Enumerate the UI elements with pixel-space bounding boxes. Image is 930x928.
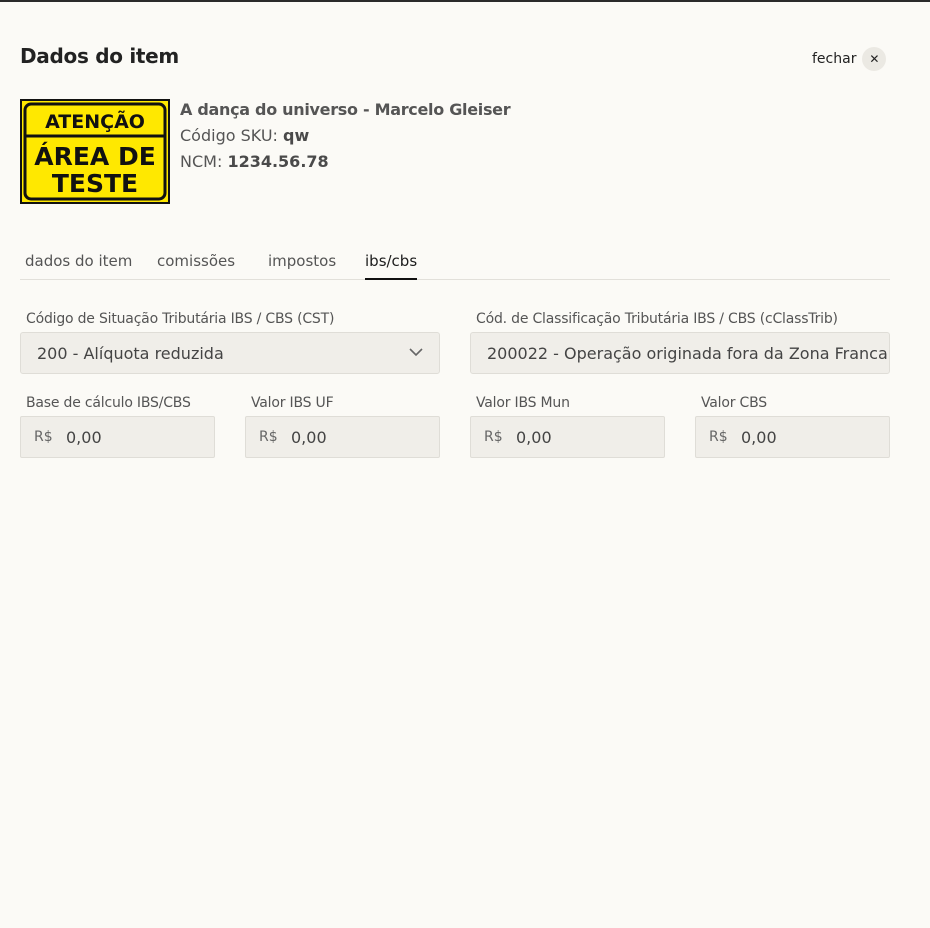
close-icon[interactable]: ✕ [862, 47, 887, 71]
close-label[interactable]: fechar [812, 51, 856, 67]
chevron-down-icon [409, 348, 423, 357]
currency-prefix: R$ [34, 429, 53, 445]
item-name: A dança do universo - Marcelo Gleiser [180, 100, 511, 119]
cst-select[interactable]: 200 - Alíquota reduzida [20, 332, 440, 374]
valor-cbs-label: Valor CBS [701, 395, 767, 411]
item-info: A dança do universo - Marcelo Gleiser Có… [180, 100, 511, 172]
thumb-line3: TESTE [52, 169, 138, 198]
sku-value: qw [283, 126, 310, 145]
valor-ibs-uf-label: Valor IBS UF [251, 395, 334, 411]
page-title: Dados do item [20, 44, 179, 68]
valor-ibs-uf-input[interactable]: R$ 0,00 [245, 416, 440, 458]
close-button[interactable]: fechar ✕ [812, 46, 887, 72]
valor-cbs-value: 0,00 [741, 427, 777, 447]
sku-label: Código SKU: [180, 126, 278, 145]
valor-ibs-mun-label: Valor IBS Mun [476, 395, 570, 411]
top-border [0, 0, 930, 2]
tab-impostos[interactable]: impostos [268, 252, 336, 280]
cst-value: 200 - Alíquota reduzida [37, 343, 224, 363]
currency-prefix: R$ [259, 429, 278, 445]
base-calculo-value: 0,00 [66, 427, 102, 447]
cclass-input[interactable]: 200022 - Operação originada fora da Zona… [470, 332, 890, 374]
tab-comissoes[interactable]: comissões [157, 252, 235, 280]
base-calculo-input[interactable]: R$ 0,00 [20, 416, 215, 458]
cclass-label: Cód. de Classificação Tributária IBS / C… [476, 311, 838, 327]
thumb-line2: ÁREA DE [34, 142, 156, 171]
tab-dados-do-item[interactable]: dados do item [25, 252, 132, 280]
base-calculo-label: Base de cálculo IBS/CBS [26, 395, 191, 411]
valor-cbs-input[interactable]: R$ 0,00 [695, 416, 890, 458]
valor-ibs-mun-value: 0,00 [516, 427, 552, 447]
currency-prefix: R$ [484, 429, 503, 445]
cclass-value: 200022 - Operação originada fora da Zona… [487, 343, 890, 363]
cst-label: Código de Situação Tributária IBS / CBS … [26, 311, 335, 327]
valor-ibs-mun-input[interactable]: R$ 0,00 [470, 416, 665, 458]
item-ncm: NCM: 1234.56.78 [180, 152, 510, 172]
tab-ibs-cbs[interactable]: ibs/cbs [365, 252, 418, 280]
item-sku: Código SKU: qw [180, 126, 510, 146]
ncm-value: 1234.56.78 [227, 152, 329, 171]
ncm-label: NCM: [180, 152, 223, 171]
item-thumbnail: ATENÇÃO ÁREA DE TESTE [20, 99, 170, 204]
tab-bar: dados do item comissões impostos ibs/cbs [20, 246, 890, 280]
thumb-line1: ATENÇÃO [45, 109, 145, 133]
valor-ibs-uf-value: 0,00 [291, 427, 327, 447]
currency-prefix: R$ [709, 429, 728, 445]
